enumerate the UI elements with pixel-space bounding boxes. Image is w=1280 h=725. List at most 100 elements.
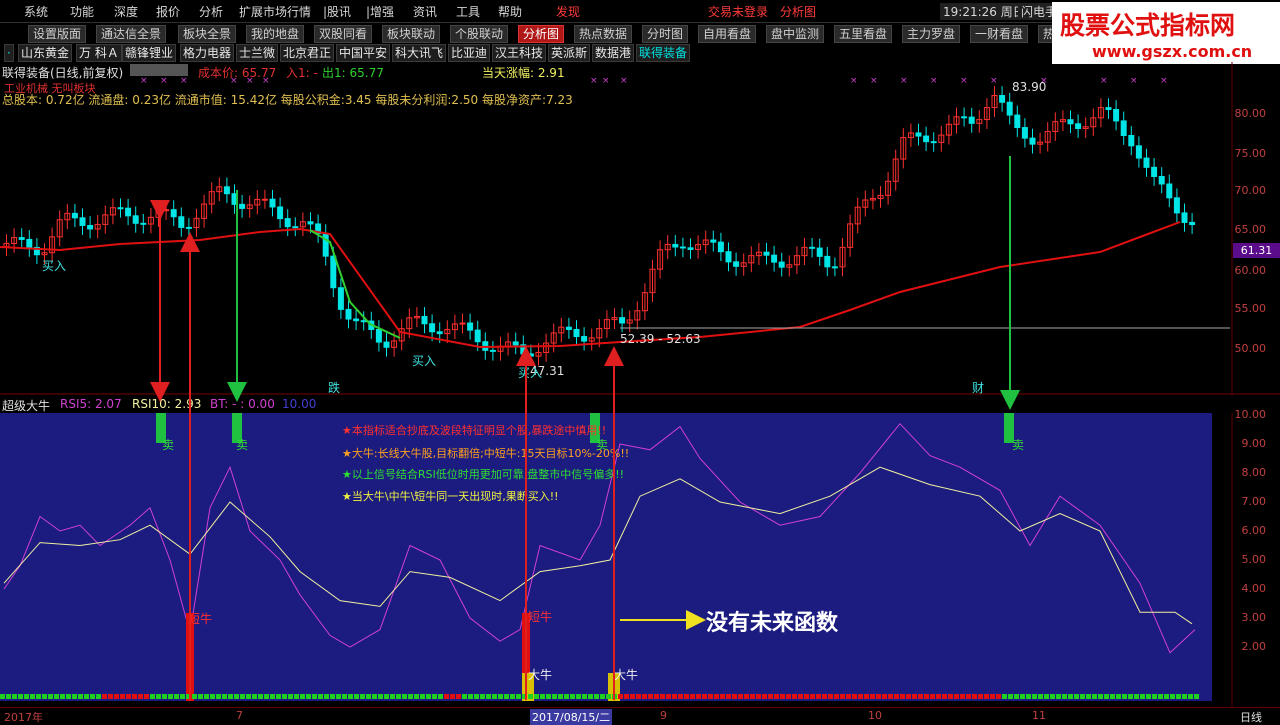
signal-strip-cell (942, 694, 947, 699)
tab-yicai[interactable]: 一财看盘 (970, 25, 1029, 43)
signal-strip-cell (90, 694, 95, 699)
tab-layout[interactable]: 设置版面 (28, 25, 87, 43)
stock-item[interactable]: 北京君正 (280, 44, 335, 62)
signal-strip-cell (534, 694, 539, 699)
candle (565, 326, 572, 330)
clock: 19:21:26 周日 (940, 3, 1028, 20)
menu-item-discover[interactable]: 发现 (556, 3, 580, 20)
tab-sector-linkage[interactable]: 板块联动 (382, 25, 441, 43)
date-label: 7 (236, 709, 243, 722)
signal-strip-cell (1002, 694, 1007, 699)
tab-main-compass[interactable]: 主力罗盘 (902, 25, 961, 43)
tab-stock-linkage[interactable]: 个股联动 (450, 25, 509, 43)
stock-item[interactable]: 赣锋锂业 (122, 44, 177, 62)
signal-strip-cell (864, 694, 869, 699)
candle (1105, 107, 1112, 111)
stock-item[interactable]: 科大讯飞 (392, 44, 447, 62)
signal-strip-cell (450, 694, 455, 699)
stock-item[interactable]: 中国平安 (336, 44, 391, 62)
candle (1135, 145, 1142, 159)
signal-strip-cell (468, 694, 473, 699)
stock-item[interactable]: 汉王科技 (492, 44, 547, 62)
candle (1151, 166, 1158, 178)
signal-strip-cell (792, 694, 797, 699)
signal-strip-cell (36, 694, 41, 699)
tab-hot-data[interactable]: 热点数据 (574, 25, 633, 43)
tab-watchlist[interactable]: 自用看盘 (698, 25, 757, 43)
signal-strip-cell (504, 694, 509, 699)
menu-item-function[interactable]: 功能 (70, 3, 94, 20)
signal-strip-cell (1146, 694, 1151, 699)
candle (1120, 120, 1127, 136)
signal-strip-cell (768, 694, 773, 699)
candle (1075, 123, 1082, 130)
menu-item-analysis[interactable]: 分析 (199, 3, 223, 20)
menu-item-news[interactable]: |股讯 (323, 3, 351, 20)
tab-wuli[interactable]: 五里看盘 (834, 25, 893, 43)
signal-strip-cell (216, 694, 221, 699)
signal-x-mark: × (602, 76, 610, 86)
signal-strip-cell (222, 694, 227, 699)
signal-strip-cell (78, 694, 83, 699)
tab-sector-panorama[interactable]: 板块全景 (178, 25, 237, 43)
tab-intraday[interactable]: 分时图 (642, 25, 689, 43)
stock-item[interactable]: 比亚迪 (448, 44, 491, 62)
date-axis: 2017年 7 2017/08/15/二 9 10 11 日线 (0, 707, 1280, 725)
menu-item-quote[interactable]: 报价 (156, 3, 180, 20)
tab-dual-stock[interactable]: 双股同看 (314, 25, 373, 43)
signal-strip-cell (30, 694, 35, 699)
menu-item-depth[interactable]: 深度 (114, 3, 138, 20)
menu-item-system[interactable]: 系统 (24, 3, 48, 20)
range-label: 52.39 - 52.63 (620, 332, 701, 346)
stock-quick-bar: · 山东黄金 万 科Ａ 赣锋锂业 格力电器 士兰微 北京君正 中国平安 科大讯飞… (0, 43, 700, 62)
signal-strip-cell (258, 694, 263, 699)
menu-item-enhance[interactable]: |增强 (366, 3, 394, 20)
indicator-note: ★以上信号结合RSI低位时用更加可靠,盘整市中信号偏多!! (342, 468, 625, 481)
stock-item[interactable]: 数据港 (592, 44, 635, 62)
signal-x-mark: × (1100, 76, 1108, 86)
date-label: 9 (660, 709, 667, 722)
signal-strip-cell (1152, 694, 1157, 699)
signal-strip-cell (726, 694, 731, 699)
tab-intraday-monitor[interactable]: 盘中监测 (766, 25, 825, 43)
tab-my-area[interactable]: 我的地盘 (246, 25, 305, 43)
stock-item[interactable]: 山东黄金 (18, 44, 73, 62)
signal-strip-cell (366, 694, 371, 699)
stock-item[interactable]: 英派斯 (548, 44, 591, 62)
indicator-name[interactable]: 超级大牛 (2, 397, 50, 414)
indicator-axis-label: 8.00 (1241, 466, 1267, 479)
signal-x-mark: × (590, 76, 598, 86)
signal-strip-cell (810, 694, 815, 699)
signal-strip-cell (408, 694, 413, 699)
tab-analysis-chart[interactable]: 分析图 (518, 25, 565, 43)
trade-login-status[interactable]: 交易未登录 (708, 3, 768, 20)
candle (527, 353, 534, 357)
candle (163, 209, 170, 212)
candle (809, 246, 816, 249)
signal-strip-cell (438, 694, 443, 699)
signal-strip-cell (132, 694, 137, 699)
tab-tdx-panorama[interactable]: 通达信全景 (96, 25, 167, 43)
signal-x-mark: × (620, 76, 628, 86)
menu-item-tools[interactable]: 工具 (456, 3, 480, 20)
signal-strip-cell (612, 694, 617, 699)
price-axis-label: 65.00 (1234, 223, 1267, 236)
menu-item-help[interactable]: 帮助 (498, 3, 522, 20)
signal-strip-cell (978, 694, 983, 699)
menu-item-extended-market[interactable]: 扩展市场行情 (239, 3, 311, 20)
signal-strip-cell (1158, 694, 1163, 699)
menu-item-info[interactable]: 资讯 (413, 3, 437, 20)
super-bull-indicator-chart[interactable] (0, 413, 1280, 707)
signal-strip-cell (708, 694, 713, 699)
candle (277, 206, 284, 220)
stock-item[interactable]: 万 科Ａ (76, 44, 122, 62)
indicator-note: ★本指标适合抄底及波段特征明显个股,暴跌途中慎用!! (342, 424, 607, 437)
candle (261, 198, 268, 201)
stock-item[interactable]: 士兰微 (236, 44, 279, 62)
candle (1113, 109, 1120, 122)
stock-item-active[interactable]: 联得装备 (636, 44, 691, 62)
signal-strip-cell (966, 694, 971, 699)
stock-item[interactable]: 格力电器 (180, 44, 235, 62)
indicator-axis-label: 4.00 (1241, 582, 1267, 595)
candle (429, 323, 436, 333)
